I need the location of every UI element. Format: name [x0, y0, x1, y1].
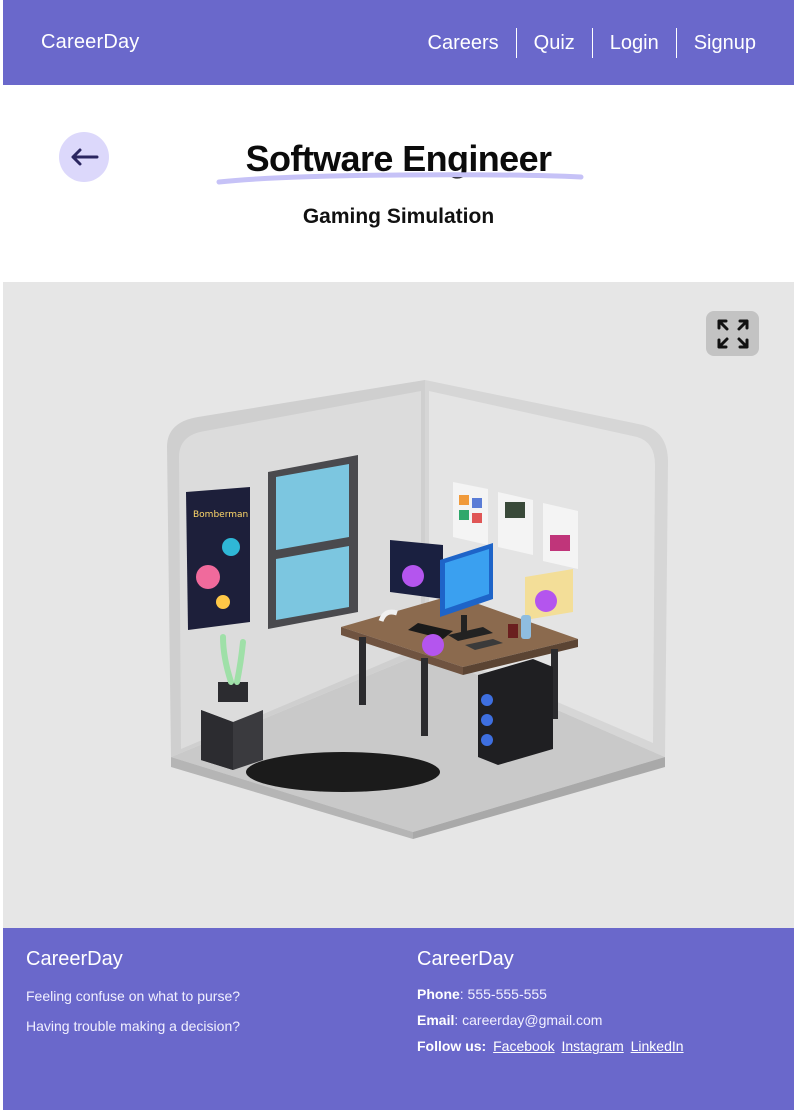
game-poster: Bomberman [186, 487, 250, 630]
poster-title: Bomberman [193, 510, 248, 520]
nav-signup[interactable]: Signup [677, 28, 756, 58]
footer-about: CareerDay Feeling confuse on what to pur… [26, 948, 246, 1041]
footer-email: Email: careerday@gmail.com [417, 1007, 684, 1033]
facebook-link[interactable]: Facebook [493, 1038, 554, 1054]
nav-login[interactable]: Login [593, 28, 676, 58]
expand-icon [717, 319, 748, 348]
linkedin-link[interactable]: LinkedIn [631, 1038, 684, 1054]
fullscreen-button[interactable] [706, 311, 759, 356]
email-label: Email [417, 1012, 455, 1028]
phone-label: Phone [417, 986, 460, 1002]
nav-quiz[interactable]: Quiz [517, 28, 592, 58]
footer-brand: CareerDay [417, 948, 514, 970]
email-value: : careerday@gmail.com [454, 1012, 603, 1028]
site-footer: CareerDay Feeling confuse on what to pur… [3, 928, 794, 1110]
footer-contact: CareerDay Phone: 555-555-555 Email: care… [417, 948, 684, 1059]
title-section: Software Engineer Gaming Simulation [3, 85, 794, 282]
follow-label: Follow us: [417, 1038, 487, 1054]
phone-value: : 555-555-555 [459, 986, 547, 1002]
site-header: CareerDay Careers Quiz Login Signup [3, 0, 794, 85]
hotspot-board[interactable] [535, 590, 557, 612]
page-subtitle: Gaming Simulation [302, 205, 495, 228]
title-underline [216, 172, 584, 185]
footer-tagline: Feeling confuse on what to purse? Having… [26, 988, 241, 1034]
footer-social: Follow us: Facebook Instagram LinkedIn [417, 1033, 684, 1059]
instagram-link[interactable]: Instagram [561, 1038, 623, 1054]
isometric-room: Bomberman [167, 380, 668, 839]
floor-rug [246, 752, 440, 792]
window [268, 455, 358, 629]
footer-brand: CareerDay [26, 948, 123, 970]
brand-logo[interactable]: CareerDay [41, 31, 140, 54]
main-nav: Careers Quiz Login Signup [411, 27, 756, 59]
simulation-viewport[interactable]: Bomberman [3, 282, 794, 928]
footer-phone: Phone: 555-555-555 [417, 981, 684, 1007]
hotspot-desk[interactable] [422, 634, 444, 656]
hotspot-monitor[interactable] [402, 565, 424, 587]
nav-careers[interactable]: Careers [411, 28, 516, 58]
